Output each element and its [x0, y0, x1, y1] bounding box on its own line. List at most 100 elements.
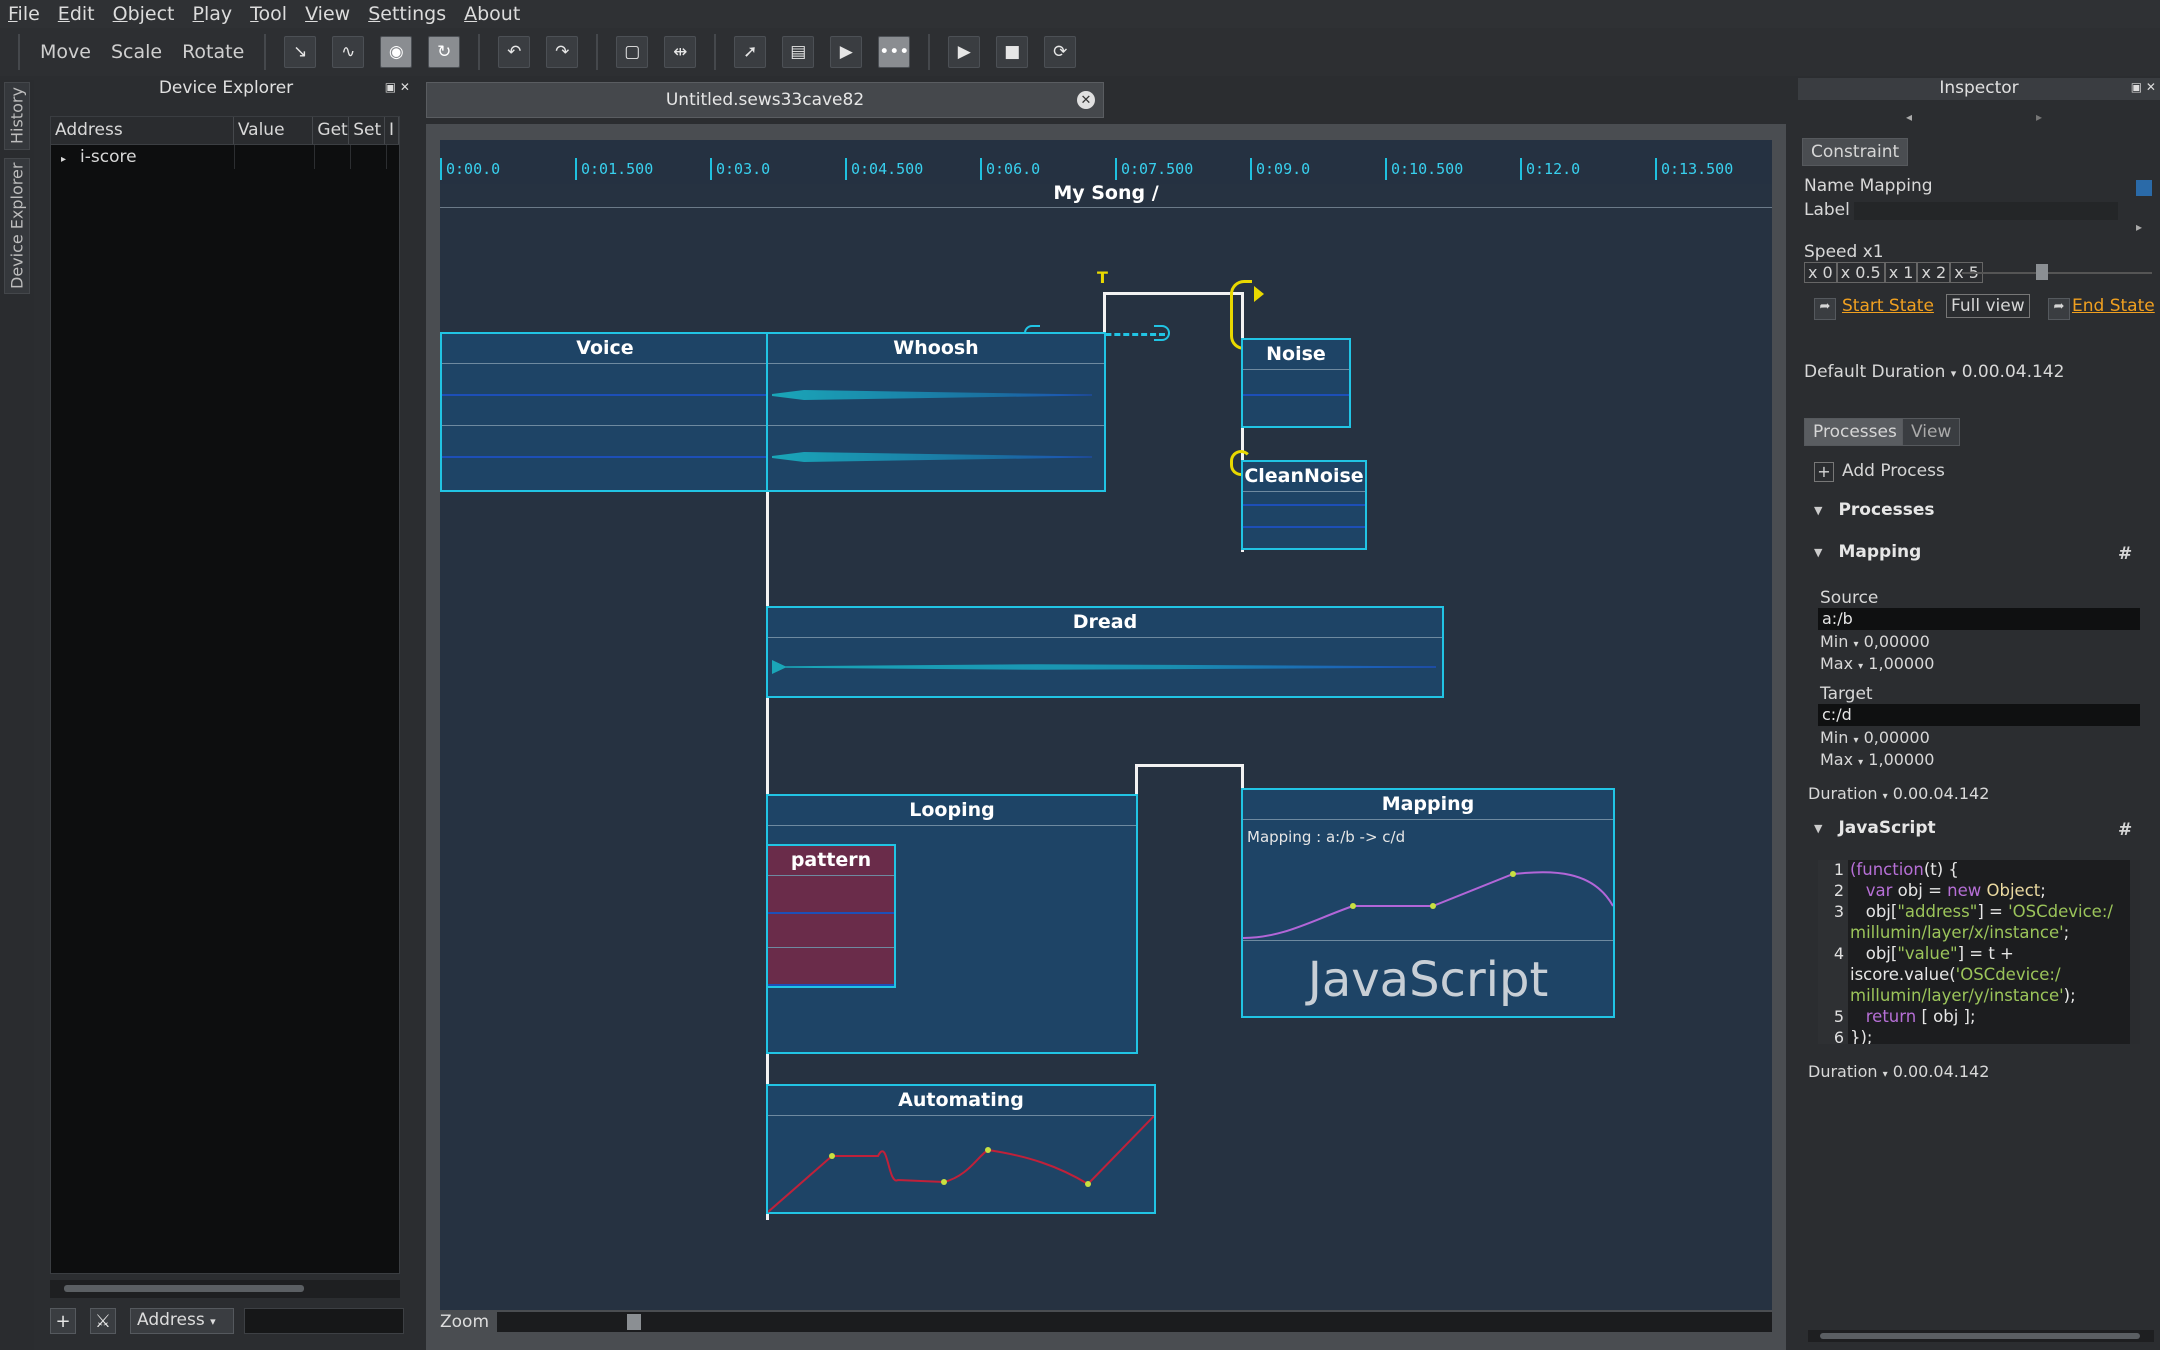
start-state-link[interactable]: Start State	[1842, 296, 1934, 316]
learn-button[interactable]: ⚔	[90, 1308, 116, 1334]
tab-view[interactable]: View	[1902, 418, 1961, 446]
close-icon[interactable]: ✕	[1077, 91, 1095, 109]
mapping-box[interactable]: Mapping Mapping : a:/b -> c/d JavaScript	[1241, 788, 1615, 1018]
zoom-slider[interactable]	[497, 1312, 1772, 1332]
reinit-icon[interactable]: ⟳	[1044, 36, 1077, 68]
sequence-tool-icon[interactable]: •••	[878, 36, 911, 68]
add-process-button[interactable]: Add Process	[1842, 461, 1945, 481]
column-set[interactable]: Set	[349, 117, 386, 144]
automation-curve[interactable]	[768, 1116, 1154, 1214]
speed-x0-button[interactable]: x 0	[1804, 262, 1837, 283]
collapse-icon[interactable]: ▼	[1814, 822, 1822, 835]
js-duration-value[interactable]: 0.00.04.142	[1893, 1062, 1990, 1081]
back-arrow-icon[interactable]: ◂	[1906, 110, 1912, 124]
collapse-icon[interactable]: ▼	[1814, 504, 1822, 517]
menu-settings[interactable]: Settings	[368, 3, 446, 25]
score-view[interactable]: 0:00.0 0:01.500 0:03.0 0:04.500 0:06.0 0…	[440, 140, 1772, 1310]
select-tool-icon[interactable]: ➚	[734, 36, 767, 68]
menu-play[interactable]: Play	[193, 3, 233, 25]
code-scrollbar[interactable]	[2130, 860, 2140, 1044]
default-duration-value[interactable]: 0.00.04.142	[1962, 362, 2065, 382]
full-view-button[interactable]: Full view	[1946, 294, 2030, 318]
speed-slider[interactable]	[1962, 272, 2152, 274]
menu-about[interactable]: About	[464, 3, 520, 25]
add-process-icon[interactable]: +	[1814, 462, 1834, 482]
zoom-slider-handle[interactable]	[627, 1314, 642, 1330]
name-value[interactable]: Mapping	[1860, 176, 1933, 196]
javascript-section[interactable]: ▼ JavaScript	[1814, 814, 2144, 842]
dock-buttons[interactable]: ▣ ✕	[2131, 80, 2156, 94]
time-link[interactable]	[1135, 764, 1243, 767]
noise-box[interactable]: Noise	[1241, 338, 1351, 428]
speed-x05-button[interactable]: x 0.5	[1836, 262, 1885, 283]
column-address[interactable]: Address	[51, 117, 234, 144]
menu-object[interactable]: Object	[113, 3, 175, 25]
tab-constraint[interactable]: Constraint	[1802, 138, 1909, 166]
whoosh-box[interactable]: Whoosh	[766, 332, 1106, 492]
target-min-value[interactable]: 0,00000	[1864, 728, 1930, 747]
horizontal-scrollbar[interactable]	[50, 1280, 400, 1298]
speed-x1-button[interactable]: x 1	[1884, 262, 1918, 283]
expand-arrow-icon[interactable]: ▸	[61, 154, 66, 165]
refresh-snapshot-icon[interactable]: ↻	[428, 36, 461, 68]
play-icon[interactable]: ▶	[948, 36, 981, 68]
processes-section[interactable]: ▼ Processes	[1814, 496, 2144, 524]
create-box-icon[interactable]: ▤	[782, 36, 815, 68]
scrollbar-thumb[interactable]	[64, 1285, 304, 1292]
target-max-row[interactable]: Max ▾ 1,00000	[1820, 750, 1934, 769]
scale-mode-button[interactable]: Scale	[111, 41, 162, 63]
mapping-curve[interactable]	[1243, 820, 1613, 940]
speed-slider-handle[interactable]	[2036, 264, 2048, 280]
add-device-button[interactable]: +	[50, 1308, 76, 1334]
mapping-hash-button[interactable]: #	[2118, 544, 2132, 564]
tab-device-explorer[interactable]: Device Explorer	[4, 158, 30, 294]
document-tab[interactable]: Untitled.sews33cave82 ✕	[426, 82, 1104, 118]
trigger-icon[interactable]: T	[1097, 268, 1108, 287]
redo-icon[interactable]: ↷	[546, 36, 579, 68]
duration-value[interactable]: 0.00.04.142	[1893, 784, 1990, 803]
pattern-box[interactable]: pattern	[766, 844, 896, 988]
stop-icon[interactable]: ■	[996, 36, 1029, 68]
speed-x2-button[interactable]: x 2	[1917, 262, 1951, 283]
dock-buttons[interactable]: ▣ ✕	[385, 80, 410, 94]
rotate-mode-button[interactable]: Rotate	[182, 41, 244, 63]
snapshot-icon[interactable]: ◉	[380, 36, 413, 68]
goto-end-icon[interactable]: ➦	[2048, 298, 2070, 320]
source-min-value[interactable]: 0,00000	[1864, 632, 1930, 651]
mapping-duration-row[interactable]: Duration ▾ 0.00.04.142	[1808, 784, 1989, 803]
expand-arrow-icon[interactable]: ▸	[2136, 220, 2142, 234]
song-title[interactable]: My Song /	[440, 182, 1772, 208]
scrollbar-thumb[interactable]	[1820, 1333, 2140, 1339]
address-type-select[interactable]: Address ▾	[130, 1308, 234, 1334]
collapse-icon[interactable]: ▼	[1814, 546, 1822, 559]
inspector-hscrollbar[interactable]	[1808, 1330, 2154, 1342]
target-max-value[interactable]: 1,00000	[1868, 750, 1934, 769]
javascript-code-editor[interactable]: 1 (function(t) { 2 var obj = new Object; …	[1818, 860, 2140, 1044]
mapping-section[interactable]: ▼ Mapping	[1814, 538, 2144, 566]
split-icon[interactable]: ⇹	[664, 36, 697, 68]
menu-view[interactable]: View	[305, 3, 350, 25]
tree-row[interactable]: ▸ i-score	[51, 145, 399, 169]
undo-icon[interactable]: ↶	[498, 36, 531, 68]
address-filter-input[interactable]	[244, 1308, 404, 1334]
cleannoise-box[interactable]: CleanNoise	[1241, 460, 1367, 550]
dread-box[interactable]: Dread	[766, 606, 1444, 698]
end-state-link[interactable]: End State	[2072, 296, 2155, 316]
source-min-row[interactable]: Min ▾ 0,00000	[1820, 632, 1930, 651]
column-value[interactable]: Value	[234, 117, 314, 144]
tab-processes[interactable]: Processes	[1804, 418, 1906, 446]
move-mode-button[interactable]: Move	[40, 41, 91, 63]
move-point-icon[interactable]: ↘	[284, 36, 317, 68]
color-picker-icon[interactable]	[2136, 180, 2152, 196]
curve-icon[interactable]: ∿	[332, 36, 365, 68]
label-field[interactable]	[1854, 202, 2118, 220]
play-tool-icon[interactable]: ▶	[830, 36, 863, 68]
voice-box[interactable]: Voice	[440, 332, 770, 492]
trigger-arrow-icon[interactable]	[1254, 286, 1264, 302]
menu-tool[interactable]: Tool	[250, 3, 287, 25]
forward-arrow-icon[interactable]: ▸	[2036, 110, 2042, 124]
source-address-field[interactable]: a:/b	[1818, 608, 2140, 630]
menu-edit[interactable]: Edit	[58, 3, 95, 25]
device-tree[interactable]: Address Value Get Set I ▸ i-score	[50, 116, 400, 1274]
column-get[interactable]: Get	[313, 117, 350, 144]
